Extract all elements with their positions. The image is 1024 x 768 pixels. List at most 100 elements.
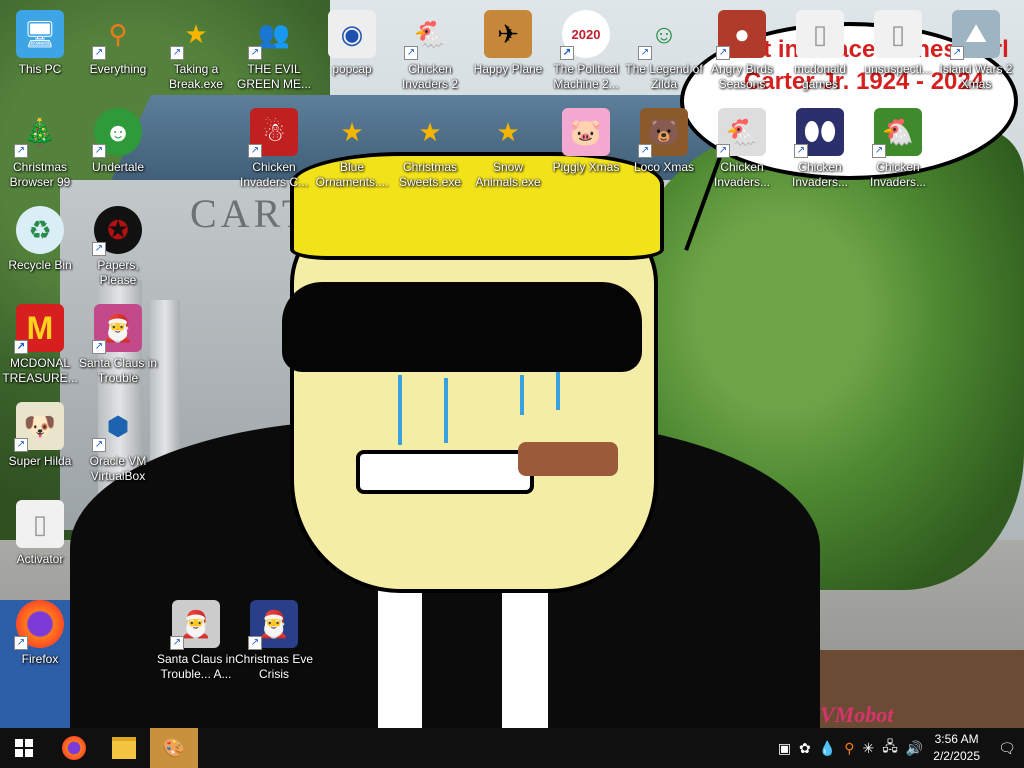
icon-label: Taking a Break.exe	[168, 62, 224, 91]
notification-center-button[interactable]: 🗨	[990, 728, 1024, 768]
tray-search-icon[interactable]: ⚲	[844, 740, 854, 757]
firefox-icon	[62, 736, 86, 760]
desktop-icon-mcdonal-treasure[interactable]: M ↗ MCDONAL TREASURE...	[0, 298, 80, 390]
icon-label: Everything	[89, 62, 147, 76]
desktop-icon-christmas-eve-crisis[interactable]: 🎅 ↗ Christmas Eve Crisis	[234, 594, 314, 686]
desktop-icon-virtualbox[interactable]: ⬢ ↗ Oracle VM VirtualBox	[78, 396, 158, 488]
taskbar-file-explorer-button[interactable]	[100, 728, 148, 768]
icon-label: Island Wars 2 Xmas	[939, 62, 1013, 91]
santa-icon: 🎅 ↗	[92, 304, 142, 354]
bear-icon: 🐻 ↗	[638, 108, 688, 158]
desktop-icon-evil-green[interactable]: 👥 ↗ THE EVIL GREEN ME...	[234, 4, 314, 96]
icon-label: The Political Machine 2...	[553, 62, 619, 91]
icon-label: Happy Plane	[473, 62, 543, 76]
santa-icon: 🎅 ↗	[170, 600, 220, 650]
chicken-icon: 🐔 ↗	[404, 10, 454, 60]
desktop-icon-happy-plane[interactable]: ✈ Happy Plane	[468, 4, 548, 96]
desktop-icon-loco-xmas[interactable]: 🐻 ↗ Loco Xmas	[624, 102, 704, 194]
desktop-icon-angry-birds[interactable]: ● ↗ Angry Birds Seasons	[702, 4, 782, 96]
desktop-icon-blue-ornaments[interactable]: ★ Blue Ornaments....	[312, 102, 392, 194]
icon-label: Christmas Browser 99	[9, 160, 71, 189]
tray-color-icon[interactable]: ✿	[799, 740, 811, 757]
folder-icon: ▯	[796, 10, 844, 58]
computer-icon: 🖥	[16, 10, 64, 58]
popcap-icon: ◉	[328, 10, 376, 58]
desktop-icon-santa-claus-in-trouble[interactable]: 🎅 ↗ Santa Claus in Trouble	[78, 298, 158, 390]
desktop-icon-chicken-invaders-b[interactable]: ⬮⬮ ↗ Chicken Invaders...	[780, 102, 860, 194]
icon-label: Oracle VM VirtualBox	[89, 454, 147, 483]
star-icon: ★	[340, 116, 364, 147]
desktop-icon-chicken-invaders-c[interactable]: ☃ ↗ Chicken Invaders C...	[234, 102, 314, 194]
windows-logo-icon	[15, 739, 33, 757]
network-icon[interactable]: 🖧	[882, 736, 898, 760]
clock-date: 2/2/2025	[933, 749, 980, 763]
tree-icon: 🎄 ↗	[14, 108, 64, 158]
icon-label: MCDONAL TREASURE...	[2, 356, 78, 385]
snowman-icon: ☃ ↗	[248, 108, 298, 158]
angry-bird-icon: ● ↗	[716, 10, 766, 60]
desktop-icon-firefox[interactable]: ↗ Firefox	[0, 594, 80, 686]
clock-time: 3:56 AM	[934, 732, 979, 746]
icon-label: mcdonald games	[793, 62, 847, 91]
icon-label: This PC	[18, 62, 62, 76]
tray-app-icon[interactable]: ▣	[778, 740, 791, 757]
island-icon: ⛰ ↗	[950, 10, 1000, 60]
icon-label: Piggly Xmas	[552, 160, 620, 174]
taskbar-active-app-button[interactable]: 🎨	[150, 728, 198, 768]
desktop-icon-christmas-sweets[interactable]: ★ Christmas Sweets.exe	[390, 102, 470, 194]
zelda-icon: ☺ ↗	[638, 10, 688, 60]
desktop: 🖥 This PC ⚲ ↗ Everything ★ ↗ Taking a Brea…	[0, 0, 1024, 728]
desktop-icon-island-wars[interactable]: ⛰ ↗ Island Wars 2 Xmas	[936, 4, 1016, 96]
icon-label: Blue Ornaments....	[315, 160, 389, 189]
desktop-icon-unsuspecti[interactable]: ▯ unsuspecti...	[858, 4, 938, 96]
desktop-icon-political-machine[interactable]: 2020 ↗ The Political Machine 2...	[546, 4, 626, 96]
icon-label: Snow Animals.exe	[475, 160, 541, 189]
star-icon: ★	[496, 116, 520, 147]
icon-label: Chicken Invaders C...	[239, 160, 309, 189]
start-button[interactable]	[0, 728, 48, 768]
icon-label: Chicken Invaders...	[869, 160, 927, 189]
icon-label: Recycle Bin	[8, 258, 72, 272]
chicken-icon: 🐔 ↗	[716, 108, 766, 158]
taskbar: 🎨 ▣ ✿ 💧 ⚲ ✳ 🖧 🔊 3:56 AM 2/2/2025 🗨	[0, 728, 1024, 768]
chicken-icon: 🐔 ↗	[872, 108, 922, 158]
desktop-icon-santa-claus-in-trouble-a[interactable]: 🎅 ↗ Santa Claus in Trouble... A...	[156, 594, 236, 686]
santa-icon: 🎅 ↗	[248, 600, 298, 650]
desktop-icon-undertale[interactable]: ☻ ↗ Undertale	[78, 102, 158, 194]
system-tray: ▣ ✿ 💧 ⚲ ✳ 🖧 🔊 3:56 AM 2/2/2025 🗨	[774, 728, 1024, 768]
file-icon: ▯	[874, 10, 922, 58]
desktop-icon-snow-animals[interactable]: ★ Snow Animals.exe	[468, 102, 548, 194]
desktop-icon-mcdonald-games[interactable]: ▯ mcdonald games	[780, 4, 860, 96]
election-icon: 2020 ↗	[560, 10, 610, 60]
desktop-icon-chicken-invaders-d[interactable]: 🐔 ↗ Chicken Invaders...	[858, 102, 938, 194]
desktop-icon-chicken-invaders-a[interactable]: 🐔 ↗ Chicken Invaders...	[702, 102, 782, 194]
notification-icon: 🗨	[998, 739, 1016, 756]
tray-bluetooth-icon[interactable]: ✳	[862, 740, 874, 757]
messenger-icon: 👥 ↗	[248, 10, 298, 60]
volume-icon[interactable]: 🔊	[906, 740, 923, 757]
dog-icon: 🐶 ↗	[14, 402, 64, 452]
desktop-icon-papers-please[interactable]: ✪ ↗ Papers, Please	[78, 200, 158, 292]
desktop-icon-activator[interactable]: ▯ Activator	[0, 494, 80, 586]
tray-drop-icon[interactable]: 💧	[819, 740, 836, 757]
desktop-icon-piggly-xmas[interactable]: 🐷 Piggly Xmas	[546, 102, 626, 194]
desktop-icon-super-hilda[interactable]: 🐶 ↗ Super Hilda	[0, 396, 80, 488]
desktop-icon-everything[interactable]: ⚲ ↗ Everything	[78, 4, 158, 96]
star-icon: ★ ↗	[170, 10, 220, 60]
icon-label: Christmas Eve Crisis	[234, 652, 314, 681]
icon-label: popcap	[332, 62, 372, 76]
desktop-icon-recycle-bin[interactable]: ♻ Recycle Bin	[0, 200, 80, 292]
papers-icon: ✪ ↗	[92, 206, 142, 256]
paint-icon: 🎨	[162, 737, 186, 758]
virtualbox-icon: ⬢ ↗	[92, 402, 142, 452]
desktop-icon-this-pc[interactable]: 🖥 This PC	[0, 4, 80, 96]
desktop-icon-chicken-invaders-2[interactable]: 🐔 ↗ Chicken Invaders 2	[390, 4, 470, 96]
icon-label: Papers, Please	[97, 258, 139, 287]
desktop-icon-legend-of-zilda[interactable]: ☺ ↗ The Legend of Zilda	[624, 4, 704, 96]
taskbar-firefox-button[interactable]	[50, 728, 98, 768]
desktop-icon-taking-a-break[interactable]: ★ ↗ Taking a Break.exe	[156, 4, 236, 96]
desktop-icon-popcap[interactable]: ◉ popcap	[312, 4, 392, 96]
desktop-icon-christmas-browser[interactable]: 🎄 ↗ Christmas Browser 99	[0, 102, 80, 194]
system-clock[interactable]: 3:56 AM 2/2/2025	[933, 731, 980, 765]
icon-label: The Legend of Zilda	[625, 62, 703, 91]
